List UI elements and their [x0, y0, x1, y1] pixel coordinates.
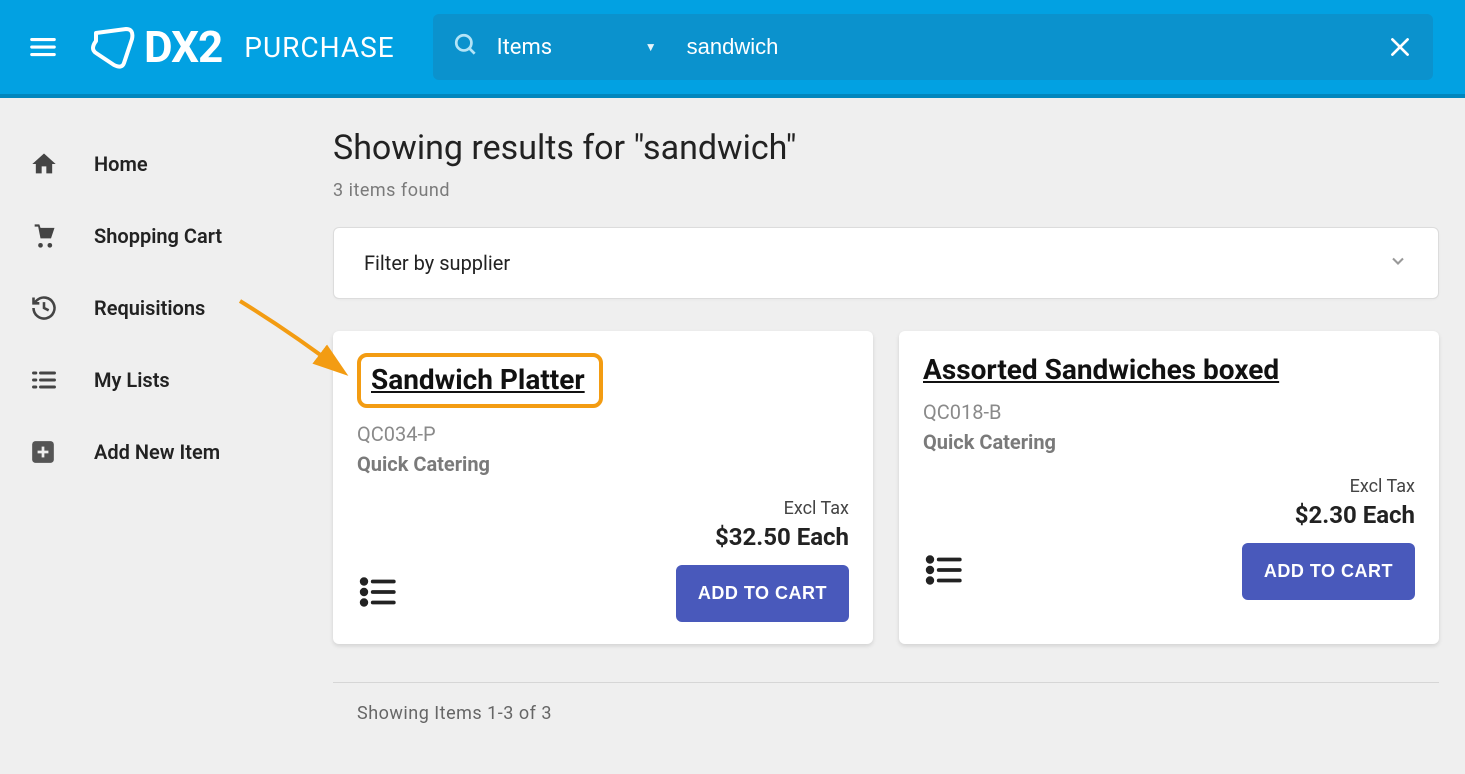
- search-input[interactable]: [657, 34, 1387, 60]
- logo-icon: [88, 23, 136, 71]
- brand-name: DX2: [144, 21, 222, 73]
- results-count: 3 items found: [333, 180, 1439, 201]
- results-footer: Showing Items 1-3 of 3: [333, 682, 1439, 724]
- add-to-cart-button[interactable]: ADD TO CART: [1242, 543, 1415, 600]
- brand-logo[interactable]: DX2 PURCHASE: [88, 21, 395, 73]
- search-type-label: Items: [497, 35, 553, 60]
- home-icon: [30, 150, 70, 178]
- clear-search-button[interactable]: [1387, 34, 1413, 60]
- item-code: QC018-B: [923, 400, 1415, 424]
- filter-supplier-dropdown[interactable]: Filter by supplier: [333, 227, 1439, 299]
- chevron-down-icon: [1388, 251, 1408, 276]
- sidebar-item-my-lists[interactable]: My Lists: [0, 344, 307, 416]
- item-supplier: Quick Catering: [923, 430, 1415, 454]
- filter-label: Filter by supplier: [364, 251, 510, 275]
- result-card: Assorted Sandwiches boxed QC018-B Quick …: [899, 331, 1439, 644]
- sidebar-item-label: Shopping Cart: [94, 224, 222, 248]
- chevron-down-icon: ▼: [645, 40, 657, 54]
- close-icon: [1387, 34, 1413, 60]
- add-to-list-button[interactable]: [357, 571, 399, 617]
- main-content: Showing results for "sandwich" 3 items f…: [307, 98, 1465, 774]
- add-to-cart-button[interactable]: ADD TO CART: [676, 565, 849, 622]
- results-cards: Sandwich Platter QC034-P Quick Catering …: [333, 331, 1439, 644]
- search-bar: Items ▼: [433, 14, 1433, 80]
- annotation-highlight: Sandwich Platter: [357, 353, 603, 408]
- bulleted-list-icon: [357, 571, 399, 613]
- bulleted-list-icon: [923, 549, 965, 591]
- search-icon: [453, 32, 479, 62]
- history-icon: [30, 294, 70, 322]
- add-icon: [30, 439, 70, 465]
- item-title-link[interactable]: Sandwich Platter: [371, 363, 585, 396]
- item-price: $2.30 Each: [923, 501, 1415, 529]
- sidebar-item-label: My Lists: [94, 368, 170, 392]
- sidebar-item-cart[interactable]: Shopping Cart: [0, 200, 307, 272]
- menu-button[interactable]: [28, 32, 58, 62]
- tax-label: Excl Tax: [357, 498, 849, 519]
- sidebar-item-label: Home: [94, 152, 148, 176]
- search-type-dropdown[interactable]: Items ▼: [497, 35, 657, 60]
- module-name: PURCHASE: [244, 31, 394, 64]
- sidebar: Home Shopping Cart Requisitions My Lists…: [0, 98, 307, 774]
- hamburger-icon: [28, 32, 58, 62]
- sidebar-item-label: Add New Item: [94, 440, 220, 464]
- sidebar-item-home[interactable]: Home: [0, 128, 307, 200]
- add-to-list-button[interactable]: [923, 549, 965, 595]
- sidebar-item-requisitions[interactable]: Requisitions: [0, 272, 307, 344]
- item-price: $32.50 Each: [357, 523, 849, 551]
- item-code: QC034-P: [357, 422, 849, 446]
- sidebar-item-add-new[interactable]: Add New Item: [0, 416, 307, 488]
- list-icon: [30, 366, 70, 394]
- cart-icon: [30, 222, 70, 250]
- results-title: Showing results for "sandwich": [333, 128, 1439, 168]
- item-title-link[interactable]: Assorted Sandwiches boxed: [923, 353, 1279, 386]
- result-card: Sandwich Platter QC034-P Quick Catering …: [333, 331, 873, 644]
- item-supplier: Quick Catering: [357, 452, 849, 476]
- app-header: DX2 PURCHASE Items ▼: [0, 0, 1465, 94]
- tax-label: Excl Tax: [923, 476, 1415, 497]
- sidebar-item-label: Requisitions: [94, 296, 205, 320]
